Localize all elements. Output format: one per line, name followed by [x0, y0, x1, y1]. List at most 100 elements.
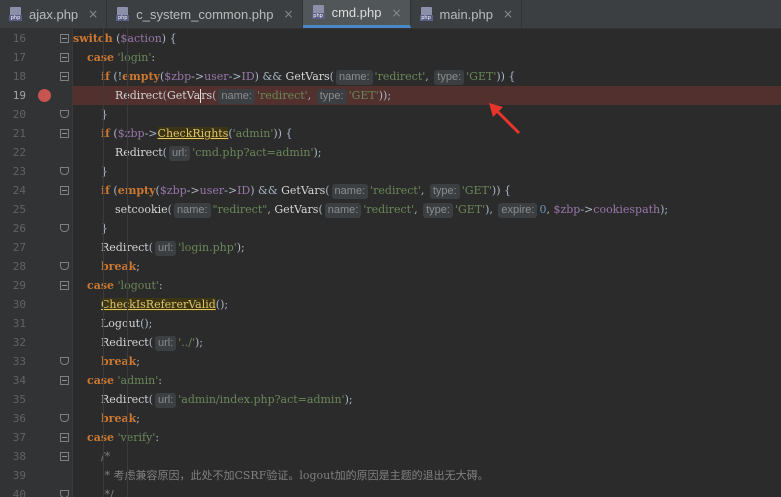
line-number: 26	[12, 222, 26, 235]
code-token: break	[100, 260, 137, 273]
line-number: 31	[12, 317, 26, 330]
fold-open-icon[interactable]	[60, 72, 69, 81]
fold-open-icon[interactable]	[60, 433, 69, 442]
close-icon[interactable]: ×	[284, 7, 294, 21]
fold-open-icon[interactable]	[60, 53, 69, 62]
gutter-row[interactable]: 31	[0, 314, 72, 333]
code-token: $zbp	[553, 203, 581, 216]
code-line[interactable]: Redirect(url:'cmd.php?act=admin');	[73, 143, 781, 162]
code-line[interactable]: }	[73, 105, 781, 124]
gutter-row[interactable]: 25	[0, 200, 72, 219]
code-line[interactable]: setcookie(name: "redirect", GetVars(name:…	[73, 200, 781, 219]
code-token: (	[329, 70, 334, 83]
fold-end-icon[interactable]	[60, 490, 69, 497]
code-line[interactable]: Redirect(url:'admin/index.php?act=admin'…	[73, 390, 781, 409]
code-token: ) &&	[254, 70, 286, 83]
code-token: Redirect	[100, 336, 149, 349]
tab-ajax-php[interactable]: php ajax.php ×	[0, 0, 108, 28]
gutter-row[interactable]: 21	[0, 124, 72, 143]
fold-open-icon[interactable]	[60, 186, 69, 195]
fold-open-icon[interactable]	[60, 376, 69, 385]
gutter-row[interactable]: 23	[0, 162, 72, 181]
code-line[interactable]: case 'admin':	[73, 371, 781, 390]
code-token: 'GET'	[454, 203, 486, 216]
code-token: ,	[307, 89, 315, 102]
gutter-row[interactable]: 30	[0, 295, 72, 314]
tab-c_system_common-php[interactable]: php c_system_common.php ×	[107, 0, 303, 28]
fold-open-icon[interactable]	[60, 281, 69, 290]
fold-end-icon[interactable]	[60, 357, 69, 365]
code-line[interactable]: Logout();	[73, 314, 781, 333]
gutter-row[interactable]: 32	[0, 333, 72, 352]
code-line[interactable]: break;	[73, 257, 781, 276]
code-token: 'login'	[117, 51, 152, 64]
line-number: 38	[12, 450, 26, 463]
indent-guide	[127, 219, 128, 238]
code-line[interactable]: if (empty($zbp->user->ID) && GetVars(nam…	[73, 181, 781, 200]
gutter-row[interactable]: 36	[0, 409, 72, 428]
code-line[interactable]: break;	[73, 409, 781, 428]
code-line[interactable]: }	[73, 162, 781, 181]
gutter-row[interactable]: 38	[0, 447, 72, 466]
gutter-row[interactable]: 18	[0, 67, 72, 86]
fold-end-icon[interactable]	[60, 167, 69, 175]
code-line[interactable]: }	[73, 219, 781, 238]
indent-guide	[103, 124, 104, 143]
code-line[interactable]: case 'login':	[73, 48, 781, 67]
gutter-row[interactable]: 24	[0, 181, 72, 200]
code-editor[interactable]: switch ($action) { case 'login': if (!em…	[73, 29, 781, 497]
code-line[interactable]: if (!empty($zbp->user->ID) && GetVars(na…	[73, 67, 781, 86]
gutter-row[interactable]: 28	[0, 257, 72, 276]
code-token: empty	[117, 184, 156, 197]
line-number-gutter[interactable]: 16 17 18 19 20 21 22 23 24 25 26 27 28 29 30 31 32 33 34 35…	[0, 29, 73, 497]
code-line[interactable]: if ($zbp->CheckRights('admin')) {	[73, 124, 781, 143]
gutter-row[interactable]: 16	[0, 29, 72, 48]
gutter-row[interactable]: 39	[0, 466, 72, 485]
code-token: (	[162, 146, 167, 159]
gutter-row[interactable]: 37	[0, 428, 72, 447]
code-line[interactable]: Redirect(GetVars(name:'redirect', type: '…	[73, 86, 781, 105]
code-line[interactable]: case 'verify':	[73, 428, 781, 447]
fold-end-icon[interactable]	[60, 224, 69, 232]
gutter-row[interactable]: 22	[0, 143, 72, 162]
close-icon[interactable]: ×	[88, 7, 98, 21]
tab-main-php[interactable]: php main.php ×	[411, 0, 523, 28]
fold-end-icon[interactable]	[60, 262, 69, 270]
line-number: 35	[12, 393, 26, 406]
code-token: ->	[191, 70, 205, 83]
parameter-hint: name:	[324, 203, 362, 218]
code-line[interactable]: Redirect(url:'login.php');	[73, 238, 781, 257]
gutter-row[interactable]: 17	[0, 48, 72, 67]
fold-open-icon[interactable]	[60, 34, 69, 43]
fold-open-icon[interactable]	[60, 129, 69, 138]
code-line[interactable]: */	[73, 485, 781, 497]
gutter-row[interactable]: 27	[0, 238, 72, 257]
code-line[interactable]: switch ($action) {	[73, 29, 781, 48]
gutter-row[interactable]: 40	[0, 485, 72, 497]
close-icon[interactable]: ×	[391, 6, 401, 20]
fold-end-icon[interactable]	[60, 414, 69, 422]
gutter-row[interactable]: 26	[0, 219, 72, 238]
close-icon[interactable]: ×	[503, 7, 513, 21]
indent-guide	[103, 238, 104, 257]
breakpoint-icon[interactable]	[38, 89, 51, 102]
fold-open-icon[interactable]	[60, 452, 69, 461]
code-line[interactable]: CheckIsRefererValid();	[73, 295, 781, 314]
code-line[interactable]: break;	[73, 352, 781, 371]
code-line[interactable]: case 'logout':	[73, 276, 781, 295]
gutter-row[interactable]: 20	[0, 105, 72, 124]
fold-end-icon[interactable]	[60, 110, 69, 118]
code-line[interactable]: * 考虑兼容原因，此处不加CSRF验证。logout加的原因是主题的退出无大碍。	[73, 466, 781, 485]
gutter-row[interactable]: 34	[0, 371, 72, 390]
gutter-row[interactable]: 19	[0, 86, 72, 105]
gutter-row[interactable]: 35	[0, 390, 72, 409]
gutter-row[interactable]: 33	[0, 352, 72, 371]
gutter-row[interactable]: 29	[0, 276, 72, 295]
tab-cmd-php[interactable]: php cmd.php ×	[302, 0, 411, 28]
code-token: cookiespath	[593, 203, 661, 216]
code-line[interactable]: /*	[73, 447, 781, 466]
indent-guide	[127, 143, 128, 162]
code-line[interactable]: Redirect(url: '../');	[73, 333, 781, 352]
ide-window: php ajax.php × php c_system_common.php × php cm…	[0, 0, 781, 497]
